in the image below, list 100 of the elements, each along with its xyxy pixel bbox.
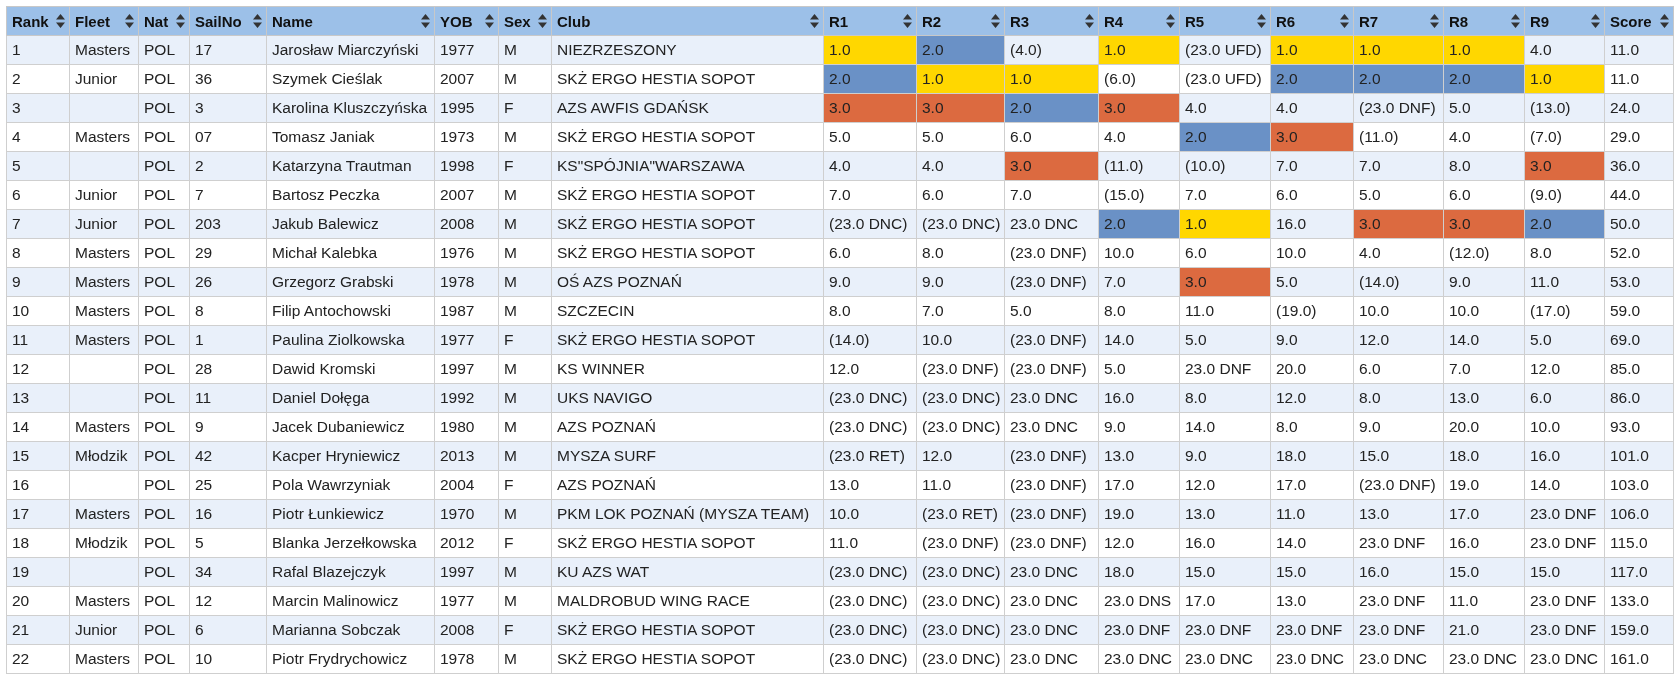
sort-icon[interactable] <box>1085 14 1094 28</box>
table-cell: 11.0 <box>1443 586 1525 616</box>
sort-icon[interactable] <box>125 14 134 28</box>
table-cell: M <box>498 238 552 268</box>
table-cell: 17.0 <box>1443 499 1525 529</box>
table-cell: 13 <box>6 383 70 413</box>
table-cell: 16.0 <box>1179 528 1271 558</box>
table-cell: 3.0 <box>1270 122 1354 152</box>
sort-icon[interactable] <box>1166 14 1175 28</box>
table-cell: 17 <box>189 35 267 65</box>
table-cell: 17.0 <box>1179 586 1271 616</box>
table-cell: 17.0 <box>1270 470 1354 500</box>
sort-icon[interactable] <box>1340 14 1349 28</box>
table-cell: 3.0 <box>823 93 917 123</box>
column-header[interactable]: R6 <box>1276 12 1296 30</box>
table-cell: 2.0 <box>1524 209 1605 239</box>
table-cell: 5 <box>6 151 70 181</box>
table-cell: 3 <box>6 93 70 123</box>
sort-icon[interactable] <box>1257 14 1266 28</box>
table-cell: POL <box>138 499 190 529</box>
table-cell: 11.0 <box>823 528 917 558</box>
table-cell: SKŻ ERGO HESTIA SOPOT <box>551 325 824 355</box>
table-cell: 23.0 DNC <box>1098 644 1180 674</box>
table-cell: 6.0 <box>1353 354 1444 384</box>
column-header[interactable]: R5 <box>1185 12 1205 30</box>
table-cell: 13.0 <box>823 470 917 500</box>
table-cell: Młodzik <box>69 528 139 558</box>
column-header[interactable]: R7 <box>1359 12 1379 30</box>
table-cell: Bartosz Peczka <box>266 180 435 210</box>
column-header[interactable]: R1 <box>829 12 849 30</box>
table-cell: POL <box>138 615 190 645</box>
table-cell: 1992 <box>434 383 499 413</box>
table-cell: (6.0) <box>1098 64 1180 94</box>
sort-icon[interactable] <box>1430 14 1439 28</box>
column-header[interactable]: R2 <box>922 12 942 30</box>
table-cell: POL <box>138 122 190 152</box>
table-cell: 2012 <box>434 528 499 558</box>
table-cell: OŚ AZS POZNAŃ <box>551 267 824 297</box>
table-cell: 1997 <box>434 557 499 587</box>
table-cell <box>69 354 139 384</box>
table-cell: 8.0 <box>1524 238 1605 268</box>
table-cell: 23.0 DNC <box>1443 644 1525 674</box>
table-cell: 6.0 <box>823 238 917 268</box>
table-cell <box>69 151 139 181</box>
table-cell: 117.0 <box>1604 557 1674 587</box>
table-cell: 1978 <box>434 267 499 297</box>
table-cell: (23.0 DNF) <box>1004 267 1099 297</box>
column-header[interactable]: R8 <box>1449 12 1469 30</box>
table-cell: Piotr Łunkiewicz <box>266 499 435 529</box>
table-cell: 14.0 <box>1270 528 1354 558</box>
sort-icon[interactable] <box>538 14 547 28</box>
table-cell: 3.0 <box>1353 209 1444 239</box>
table-cell: 6.0 <box>1179 238 1271 268</box>
table-cell: 3.0 <box>1524 151 1605 181</box>
table-cell: 17 <box>6 499 70 529</box>
table-cell: 9 <box>6 267 70 297</box>
table-cell: 3.0 <box>916 93 1005 123</box>
table-cell: 12.0 <box>1353 325 1444 355</box>
table-cell: (23.0 DNF) <box>1004 238 1099 268</box>
table-cell: POL <box>138 586 190 616</box>
table-cell: 10.0 <box>823 499 917 529</box>
table-cell: 11.0 <box>916 470 1005 500</box>
table-cell: 4.0 <box>1353 238 1444 268</box>
table-cell: SZCZECIN <box>551 296 824 326</box>
sort-icon[interactable] <box>176 14 185 28</box>
table-cell: Katarzyna Trautman <box>266 151 435 181</box>
sort-icon[interactable] <box>56 14 65 28</box>
table-cell: 7.0 <box>1098 267 1180 297</box>
table-cell: Piotr Frydrychowicz <box>266 644 435 674</box>
table-cell: NIEZRZESZONY <box>551 35 824 65</box>
table-cell: 7.0 <box>1443 354 1525 384</box>
column-header[interactable]: R3 <box>1010 12 1030 30</box>
column-header[interactable]: R4 <box>1104 12 1124 30</box>
sort-icon[interactable] <box>1660 14 1669 28</box>
sort-icon[interactable] <box>991 14 1000 28</box>
sort-icon[interactable] <box>1591 14 1600 28</box>
table-cell: (23.0 DNF) <box>1004 499 1099 529</box>
column-header[interactable]: Club <box>557 12 591 30</box>
table-cell: 93.0 <box>1604 412 1674 442</box>
table-cell: 10.0 <box>1270 238 1354 268</box>
table-cell: 6.0 <box>916 180 1005 210</box>
sort-icon[interactable] <box>903 14 912 28</box>
sort-icon[interactable] <box>253 14 262 28</box>
sort-icon[interactable] <box>421 14 430 28</box>
table-cell: M <box>498 586 552 616</box>
table-cell: 23.0 DNC <box>1004 586 1099 616</box>
table-cell: 14.0 <box>1179 412 1271 442</box>
table-cell: 12.0 <box>1098 528 1180 558</box>
table-cell: 11.0 <box>1604 64 1674 94</box>
table-cell: 20.0 <box>1443 412 1525 442</box>
sort-icon[interactable] <box>810 14 819 28</box>
column-header[interactable]: Name <box>272 12 313 30</box>
table-cell: 23.0 DNC <box>1270 644 1354 674</box>
sort-icon[interactable] <box>1511 14 1520 28</box>
table-cell: Jakub Balewicz <box>266 209 435 239</box>
table-cell: 16.0 <box>1443 528 1525 558</box>
column-header[interactable]: R9 <box>1530 12 1550 30</box>
table-cell: Kacper Hryniewicz <box>266 441 435 471</box>
table-cell: 115.0 <box>1604 528 1674 558</box>
sort-icon[interactable] <box>485 14 494 28</box>
